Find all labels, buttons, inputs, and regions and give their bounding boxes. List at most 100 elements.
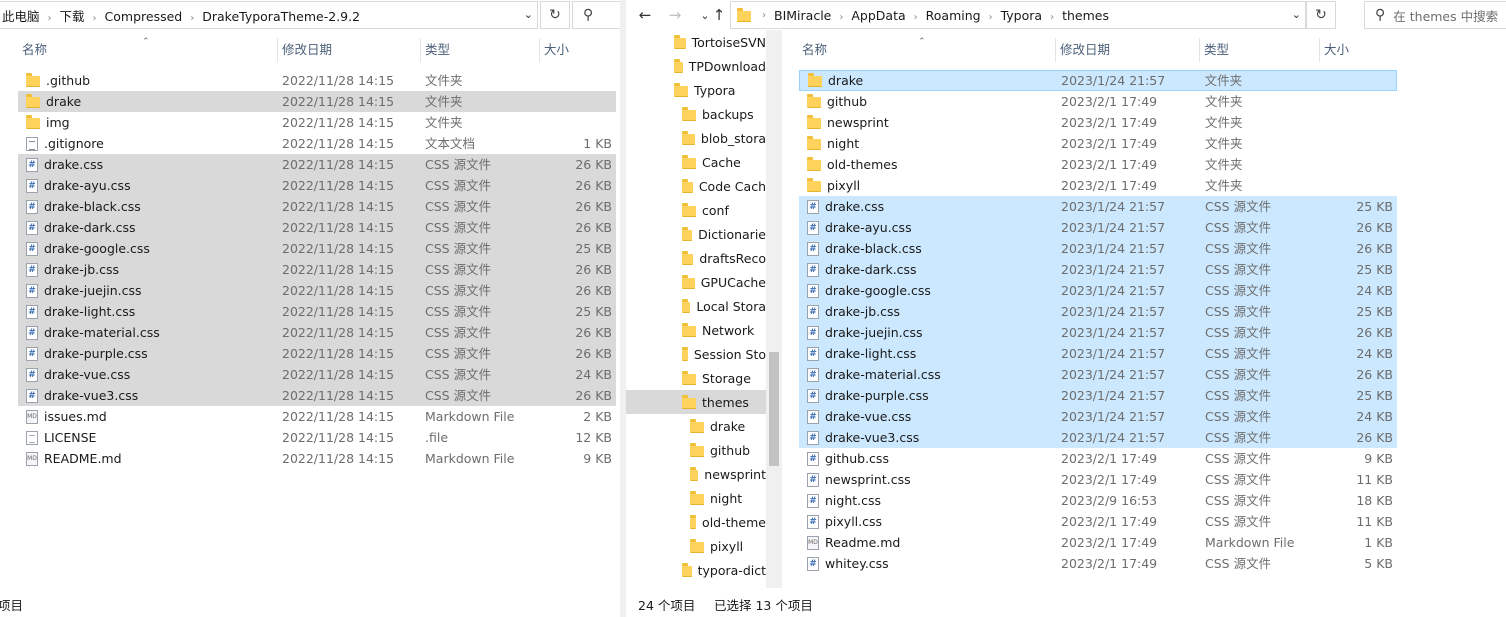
column-type[interactable]: 类型 — [421, 38, 540, 62]
right-search-input[interactable]: ⚲ 在 themes 中搜索 — [1364, 1, 1506, 29]
file-row[interactable]: # pixyll.css 2023/2/1 17:49 CSS 源文件 11 KB — [799, 511, 1397, 532]
file-row[interactable]: # drake-black.css 2023/1/24 21:57 CSS 源文件 26… — [799, 238, 1397, 259]
column-date[interactable]: 修改日期 — [1056, 38, 1200, 62]
left-address-bar[interactable]: 此电脑 › 下载 › Compressed › DrakeTyporaTheme-2.9.2… — [0, 1, 538, 29]
column-type[interactable]: 类型 — [1200, 38, 1320, 62]
breadcrumb-item[interactable]: BIMiracle — [771, 8, 834, 23]
file-row[interactable]: # drake-vue3.css 2023/1/24 21:57 CSS 源文件 26 … — [799, 427, 1397, 448]
file-row[interactable]: # drake.css 2022/11/28 14:15 CSS 源文件 26 KB — [18, 154, 616, 175]
breadcrumb-item[interactable]: 下载 — [57, 9, 88, 24]
tree-item-drake[interactable]: drake — [626, 414, 766, 438]
chevron-right-icon[interactable]: › — [1045, 12, 1059, 23]
tree-item-local-stora[interactable]: Local Stora — [626, 294, 766, 318]
tree-item-typora[interactable]: Typora — [626, 78, 766, 102]
tree-item-themes[interactable]: themes — [626, 390, 766, 414]
breadcrumb-item[interactable]: AppData — [848, 8, 908, 23]
tree-item-network[interactable]: Network — [626, 318, 766, 342]
column-name[interactable]: ⌃ 名称 — [18, 37, 278, 62]
chevron-down-icon[interactable]: ⌄ — [524, 8, 533, 21]
file-row[interactable]: pixyll 2023/2/1 17:49 文件夹 — [799, 175, 1397, 196]
tree-item-draftsreco[interactable]: draftsReco — [626, 246, 766, 270]
file-row[interactable]: # drake-juejin.css 2022/11/28 14:15 CSS 源文件… — [18, 280, 616, 301]
breadcrumb-item[interactable]: Roaming — [923, 8, 984, 23]
file-row[interactable]: # drake-vue3.css 2022/11/28 14:15 CSS 源文件 26… — [18, 385, 616, 406]
file-row[interactable]: # drake.css 2023/1/24 21:57 CSS 源文件 25 KB — [799, 196, 1397, 217]
column-date[interactable]: 修改日期 — [278, 38, 421, 62]
back-arrow-icon[interactable]: ← — [634, 4, 656, 26]
tree-item-old-theme[interactable]: old-theme — [626, 510, 766, 534]
file-row[interactable]: img 2022/11/28 14:15 文件夹 — [18, 112, 616, 133]
file-row[interactable]: MD issues.md 2022/11/28 14:15 Markdown File… — [18, 406, 616, 427]
file-row[interactable]: github 2023/2/1 17:49 文件夹 — [799, 91, 1397, 112]
tree-item-newsprint[interactable]: newsprint — [626, 462, 766, 486]
file-row[interactable]: # drake-light.css 2022/11/28 14:15 CSS 源文件 2… — [18, 301, 616, 322]
tree-item-blob-stora[interactable]: blob_stora — [626, 126, 766, 150]
tree-item-backups[interactable]: backups — [626, 102, 766, 126]
tree-item-night[interactable]: night — [626, 486, 766, 510]
file-row[interactable]: # drake-ayu.css 2022/11/28 14:15 CSS 源文件 26 … — [18, 175, 616, 196]
file-row[interactable]: # drake-google.css 2022/11/28 14:15 CSS 源文件… — [18, 238, 616, 259]
file-row[interactable]: night 2023/2/1 17:49 文件夹 — [799, 133, 1397, 154]
chevron-down-icon[interactable]: ⌄ — [1292, 8, 1301, 21]
file-row[interactable]: old-themes 2023/2/1 17:49 文件夹 — [799, 154, 1397, 175]
file-row[interactable]: # night.css 2023/2/9 16:53 CSS 源文件 18 KB — [799, 490, 1397, 511]
file-row[interactable]: drake 2022/11/28 14:15 文件夹 — [18, 91, 616, 112]
file-row[interactable]: # drake-vue.css 2023/1/24 21:57 CSS 源文件 24 K… — [799, 406, 1397, 427]
column-size[interactable]: 大小 — [540, 38, 616, 62]
chevron-right-icon[interactable]: › — [909, 12, 923, 23]
column-size[interactable]: 大小 — [1320, 38, 1396, 62]
tree-item-pixyll[interactable]: pixyll — [626, 534, 766, 558]
file-row[interactable]: # drake-black.css 2022/11/28 14:15 CSS 源文件 2… — [18, 196, 616, 217]
file-row[interactable]: drake 2023/1/24 21:57 文件夹 — [799, 70, 1397, 91]
tree-item-cache[interactable]: Cache — [626, 150, 766, 174]
tree-item-session-sto[interactable]: Session Sto — [626, 342, 766, 366]
file-row[interactable]: # drake-material.css 2022/11/28 14:15 CSS 源… — [18, 322, 616, 343]
breadcrumb-item[interactable]: themes — [1059, 8, 1112, 23]
tree-item-storage[interactable]: Storage — [626, 366, 766, 390]
breadcrumb-item[interactable]: Compressed — [102, 9, 186, 24]
tree-item-typora-dict[interactable]: typora-dict — [626, 558, 766, 582]
file-row[interactable]: newsprint 2023/2/1 17:49 文件夹 — [799, 112, 1397, 133]
up-arrow-icon[interactable]: ↑ — [708, 4, 730, 26]
left-search-input[interactable]: ⚲ — [572, 1, 620, 29]
tree-item-dictionarie[interactable]: Dictionarie — [626, 222, 766, 246]
forward-arrow-icon[interactable]: → — [664, 4, 686, 26]
file-row[interactable]: # drake-jb.css 2022/11/28 14:15 CSS 源文件 26 K… — [18, 259, 616, 280]
tree-item-tortoisesvn[interactable]: TortoiseSVN — [626, 30, 766, 54]
file-row[interactable]: MD README.md 2022/11/28 14:15 Markdown File… — [18, 448, 616, 469]
file-row[interactable]: .gitignore 2022/11/28 14:15 文本文档 1 KB — [18, 133, 616, 154]
chevron-right-icon[interactable]: › — [834, 12, 848, 23]
file-row[interactable]: # drake-dark.css 2023/1/24 21:57 CSS 源文件 25 … — [799, 259, 1397, 280]
left-refresh-button[interactable]: ↻ — [540, 1, 570, 29]
file-row[interactable]: # github.css 2023/2/1 17:49 CSS 源文件 9 KB — [799, 448, 1397, 469]
file-row[interactable]: # drake-jb.css 2023/1/24 21:57 CSS 源文件 25 KB — [799, 301, 1397, 322]
chevron-right-icon[interactable]: › — [185, 13, 199, 24]
file-row[interactable]: # drake-purple.css 2022/11/28 14:15 CSS 源文件… — [18, 343, 616, 364]
breadcrumb-item[interactable]: Typora — [998, 8, 1045, 23]
right-address-bar[interactable]: › BIMiracle › AppData › Roaming › Typora › theme… — [730, 1, 1306, 29]
chevron-right-icon[interactable]: › — [43, 13, 57, 24]
tree-scrollbar-thumb[interactable] — [769, 352, 779, 466]
breadcrumb-item[interactable]: 此电脑 — [0, 9, 43, 24]
tree-item-conf[interactable]: conf — [626, 198, 766, 222]
tree-item-github[interactable]: github — [626, 438, 766, 462]
tree-item-code-cach[interactable]: Code Cach — [626, 174, 766, 198]
file-row[interactable]: .github 2022/11/28 14:15 文件夹 — [18, 70, 616, 91]
file-row[interactable]: # drake-dark.css 2022/11/28 14:15 CSS 源文件 26… — [18, 217, 616, 238]
breadcrumb-item[interactable]: DrakeTyporaTheme-2.9.2 — [199, 9, 363, 24]
file-row[interactable]: LICENSE 2022/11/28 14:15 .file 12 KB — [18, 427, 616, 448]
tree-scrollbar[interactable] — [766, 30, 782, 588]
file-row[interactable]: # drake-material.css 2023/1/24 21:57 CSS 源文… — [799, 364, 1397, 385]
file-row[interactable]: # drake-light.css 2023/1/24 21:57 CSS 源文件 24… — [799, 343, 1397, 364]
file-row[interactable]: # drake-juejin.css 2023/1/24 21:57 CSS 源文件 2… — [799, 322, 1397, 343]
column-name[interactable]: ⌃ 名称 — [798, 37, 1056, 62]
file-row[interactable]: # newsprint.css 2023/2/1 17:49 CSS 源文件 11 KB — [799, 469, 1397, 490]
file-row[interactable]: # drake-purple.css 2023/1/24 21:57 CSS 源文件 2… — [799, 385, 1397, 406]
chevron-right-icon[interactable]: › — [88, 13, 102, 24]
file-row[interactable]: # drake-google.css 2023/1/24 21:57 CSS 源文件 2… — [799, 280, 1397, 301]
right-refresh-button[interactable]: ↻ — [1306, 1, 1336, 29]
file-row[interactable]: # drake-ayu.css 2023/1/24 21:57 CSS 源文件 26 K… — [799, 217, 1397, 238]
file-row[interactable]: MD Readme.md 2023/2/1 17:49 Markdown File 1 … — [799, 532, 1397, 553]
file-row[interactable]: # whitey.css 2023/2/1 17:49 CSS 源文件 5 KB — [799, 553, 1397, 574]
tree-item-gpucache[interactable]: GPUCache — [626, 270, 766, 294]
